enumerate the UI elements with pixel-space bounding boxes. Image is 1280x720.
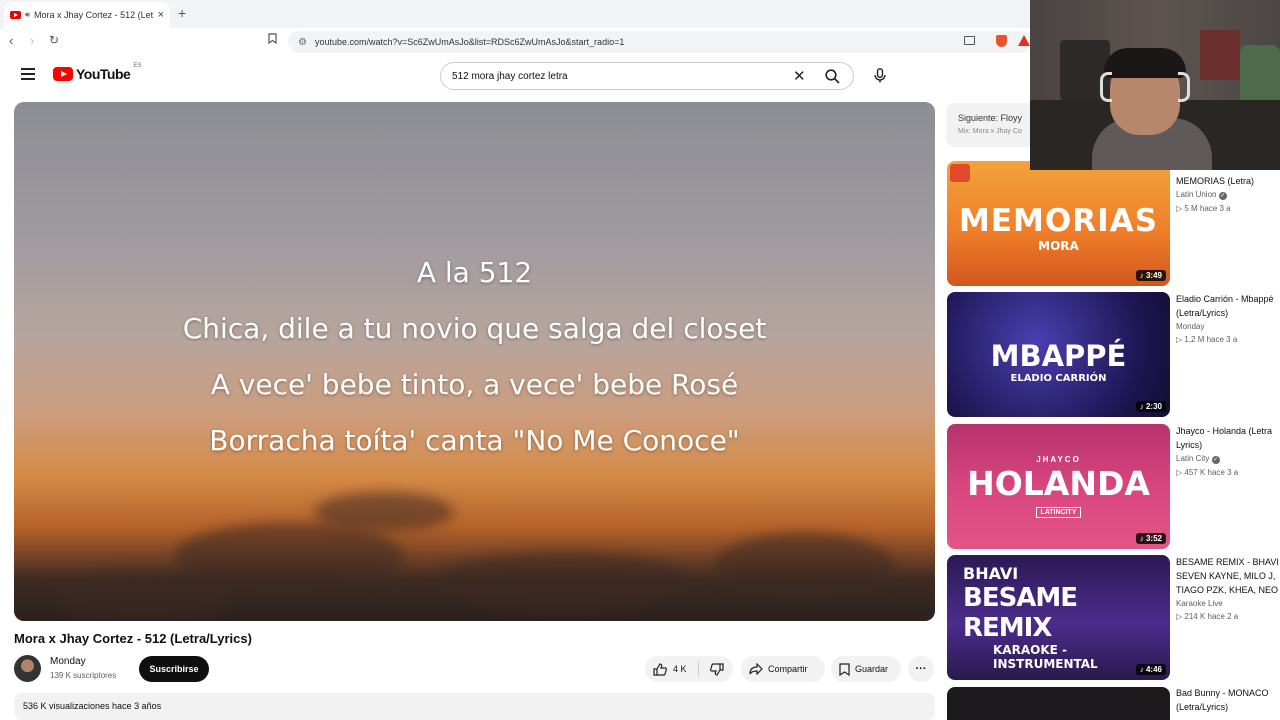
thumbnail-subtitle: JHAYCO (1036, 455, 1081, 464)
thumbnail-subtitle: MORA (1038, 238, 1079, 253)
recommendation-thumbnail[interactable] (947, 687, 1170, 720)
lyric-line: A la 512 (416, 256, 533, 289)
duration-badge: ♪ 3:49 (1135, 270, 1166, 281)
lyric-line: Borracha toíta' canta "No Me Conoce" (209, 424, 740, 457)
youtube-logo-icon (53, 67, 73, 81)
up-next-label: Siguiente: Floyy (958, 113, 1023, 123)
share-icon (749, 663, 763, 675)
verified-icon: ✓ (1218, 192, 1227, 200)
thumbnail-title: BESAME REMIX (963, 583, 1078, 643)
thumbnail-subtitle: BHAVI (963, 564, 1019, 583)
latin-union-logo-icon (950, 164, 970, 182)
save-button[interactable]: Guardar (831, 656, 901, 682)
more-actions-icon[interactable]: ··· (908, 656, 934, 682)
like-count: 4 K (673, 664, 687, 674)
tab-close-icon[interactable]: × (158, 9, 164, 21)
menu-icon[interactable] (21, 68, 35, 80)
lyric-line: Chica, dile a tu novio que salga del clo… (182, 312, 767, 345)
lyric-line: A vece' bebe tinto, a vece' bebe Rosé (210, 368, 739, 401)
recommendation-info[interactable]: Eladio Carrión - Mbappé (Letra/Lyrics) M… (1176, 292, 1280, 344)
logo-text: YouTube (76, 66, 131, 82)
recommendation-stats: ▷ 457 K hace 3 a (1176, 468, 1239, 477)
divider (697, 661, 699, 677)
extension-warning-icon[interactable] (1018, 35, 1030, 46)
logo-country: ES (133, 63, 142, 69)
new-tab-button[interactable]: + (178, 5, 186, 21)
thumbnail-subtitle: ELADIO CARRIÓN (1010, 373, 1107, 384)
reload-icon[interactable]: ↻ (49, 33, 59, 47)
recommendation-info[interactable]: Bad Bunny - MONACO (Letra/Lyrics) (1176, 686, 1280, 714)
search-input[interactable]: 512 mora jhay cortez letra ✕ (440, 62, 854, 90)
thumbs-up-icon (653, 662, 667, 676)
recommendation-thumbnail[interactable]: JHAYCO HOLANDA LATINCITY ♪ 3:52 (947, 424, 1170, 549)
thumbnail-title: HOLANDA (967, 464, 1150, 503)
youtube-logo[interactable]: YouTube ES (53, 63, 142, 82)
recommendation-title: Bad Bunny - MONACO (1176, 688, 1269, 698)
duration-badge: ♪ 4:46 (1135, 664, 1166, 675)
duration-badge: ♪ 2:30 (1135, 401, 1166, 412)
webcam-overlay (1030, 0, 1280, 170)
thumbnail-title: MBAPPÉ (990, 339, 1127, 373)
recommendation-thumbnail[interactable]: BHAVI BESAME REMIX KARAOKE - INSTRUMENTA… (947, 555, 1170, 680)
recommendation-channel: Latin City ✓ (1176, 454, 1220, 464)
speaker-icon: 🔊︎ (25, 10, 31, 19)
search-icon[interactable] (825, 69, 840, 87)
install-icon[interactable] (964, 36, 975, 45)
bookmark-icon[interactable] (268, 33, 277, 47)
browser-tab[interactable]: 🔊︎ Mora x Jhay Cortez - 512 (Let × (4, 2, 170, 28)
recommendation-stats: ▷ 214 K hace 2 a (1176, 612, 1239, 621)
recommendation-title: (Letra/Lyrics) (1176, 702, 1229, 712)
recommendation-info[interactable]: BESAME REMIX - BHAVI SEVEN KAYNE, MILO J… (1176, 555, 1280, 621)
description-box[interactable]: 536 K visualizaciones hace 3 años (14, 693, 935, 720)
share-button[interactable]: Compartir (741, 656, 825, 682)
verified-icon: ✓ (1211, 456, 1220, 464)
save-label: Guardar (855, 664, 889, 674)
like-button[interactable]: 4 K (653, 662, 687, 676)
mix-label: Mix: Mora x Jhay Co (958, 128, 1022, 135)
thumbs-down-icon (709, 662, 724, 676)
recommendation-thumbnail[interactable]: MBAPPÉ ELADIO CARRIÓN ♪ 2:30 (947, 292, 1170, 417)
views-and-date: 536 K visualizaciones hace 3 años (23, 701, 162, 711)
clear-search-icon[interactable]: ✕ (793, 67, 806, 85)
youtube-favicon-icon (10, 11, 21, 19)
address-bar[interactable]: ⚙︎ youtube.com/watch?v=Sc6ZwUmAsJo&list=… (288, 31, 1032, 53)
video-title: Mora x Jhay Cortez - 512 (Letra/Lyrics) (14, 631, 252, 646)
thumbnail-title: MEMORIAS (959, 202, 1158, 239)
url-text: youtube.com/watch?v=Sc6ZwUmAsJo&list=RDS… (314, 37, 625, 47)
dislike-button[interactable] (709, 662, 724, 676)
recommendation-stats: ▷ 1,2 M hace 3 a (1176, 335, 1238, 344)
recommendation-title: TIAGO PZK, KHEA, NEO (1176, 585, 1279, 595)
recommendation-channel: Monday (1176, 322, 1205, 331)
thumbnail-badge: LATINCITY (1036, 507, 1081, 518)
recommendation-title: SEVEN KAYNE, MILO J, (1176, 571, 1276, 581)
back-icon[interactable]: ‹ (9, 33, 13, 48)
like-dislike-group: 4 K (645, 656, 733, 682)
duration-badge: ♪ 3:52 (1135, 533, 1166, 544)
recommendation-title: BESAME REMIX - BHAVI (1176, 557, 1279, 567)
recommendation-title: (Letra/Lyrics) (1176, 308, 1229, 318)
extension-shield-icon[interactable] (996, 35, 1007, 47)
video-player[interactable]: A la 512 Chica, dile a tu novio que salg… (14, 102, 935, 621)
tab-title: Mora x Jhay Cortez - 512 (Let (34, 10, 154, 20)
recommendation-stats: ▷ 5 M hace 3 a (1176, 204, 1231, 213)
recommendation-title: Jhayco - Holanda (Letra (1176, 426, 1273, 436)
recommendation-title: Lyrics) (1176, 440, 1203, 450)
channel-avatar[interactable] (14, 655, 41, 682)
recommendation-info[interactable]: Jhayco - Holanda (Letra Lyrics) Latin Ci… (1176, 424, 1280, 477)
subscribe-button[interactable]: Suscribirse (139, 656, 209, 682)
microphone-icon[interactable] (867, 62, 893, 88)
recommendation-title: MEMORIAS (Letra) (1176, 176, 1255, 186)
subscriber-count: 139 K suscriptores (50, 671, 117, 680)
share-label: Compartir (768, 664, 808, 674)
recommendation-title: Eladio Carrión - Mbappé (1176, 294, 1274, 304)
channel-name[interactable]: Monday (50, 656, 86, 667)
forward-icon[interactable]: › (30, 33, 34, 48)
recommendation-channel: Karaoke Live (1176, 599, 1223, 608)
site-info-icon[interactable]: ⚙︎ (298, 37, 307, 48)
recommendation-channel: Latin Union ✓ (1176, 190, 1227, 200)
recommendation-thumbnail[interactable]: MEMORIAS MORA ♪ 3:49 (947, 161, 1170, 286)
recommendation-info[interactable]: MEMORIAS (Letra) Latin Union ✓ ▷ 5 M hac… (1176, 174, 1280, 213)
youtube-header: YouTube ES 512 mora jhay cortez letra ✕ (0, 56, 1030, 96)
save-icon (839, 662, 850, 676)
